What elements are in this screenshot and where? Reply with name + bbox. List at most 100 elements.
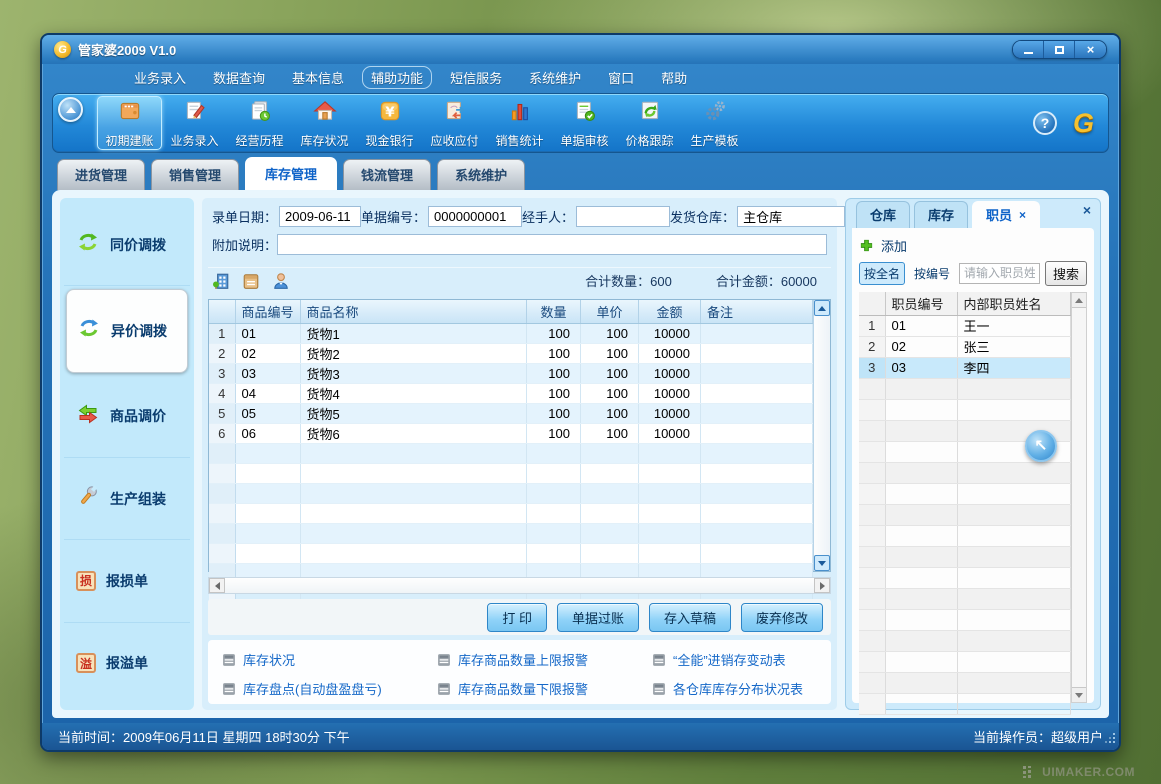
menu-item-data-query[interactable]: 数据查询 [213,68,265,87]
sidebar-item-same-price-transfer[interactable]: 同价调拨 [64,204,190,286]
picker-tab-inventory[interactable]: 库存 [914,201,968,228]
menu-item-system-maintenance[interactable]: 系统维护 [529,68,581,87]
staff-row-empty[interactable] [859,399,1071,420]
horizontal-scroll-track[interactable] [225,578,814,593]
table-row[interactable]: 202货物210010010000 [209,343,813,363]
staff-scroll-up-button[interactable] [1072,293,1086,308]
minimize-button[interactable] [1013,41,1044,58]
help-button[interactable]: ? [1033,111,1057,135]
close-button[interactable]: × [1075,41,1106,58]
toolbar-button-doc-audit[interactable]: 单据审核 [552,96,617,150]
toolbar-button-production-template[interactable]: 生产模板 [682,96,747,150]
sidebar-item-diff-price-transfer[interactable]: 异价调拨 [66,289,188,372]
staff-row-empty[interactable] [859,630,1071,651]
date-input[interactable] [279,206,361,227]
post-document-button[interactable]: 单据过账 [557,603,639,632]
staff-row-empty[interactable] [859,546,1071,567]
warehouse-input[interactable] [737,206,845,227]
discard-changes-button[interactable]: 废弃修改 [741,603,823,632]
toolbar-button-receivable-payable[interactable]: 应收应付 [422,96,487,150]
maximize-button[interactable] [1044,41,1075,58]
picker-tab-staff[interactable]: 职员 × [972,201,1040,228]
tab-cashflow-management[interactable]: 钱流管理 [343,159,431,190]
staff-row[interactable]: 202张三 [859,336,1071,357]
staff-row-empty[interactable] [859,504,1071,525]
toolbar-button-price-tracking[interactable]: 价格跟踪 [617,96,682,150]
toolbar-button-history[interactable]: 经营历程 [227,96,292,150]
toolbar-collapse-button[interactable] [58,97,83,122]
tab-sales-management[interactable]: 销售管理 [151,159,239,190]
table-row-empty[interactable] [209,483,813,503]
scroll-left-button[interactable] [209,578,225,593]
filter-by-fullname-button[interactable]: 按全名 [859,262,905,285]
staff-row-empty[interactable] [859,525,1071,546]
table-row-empty[interactable] [209,443,813,463]
staff-row-empty[interactable] [859,462,1071,483]
menu-item-window[interactable]: 窗口 [608,68,634,87]
table-row-empty[interactable] [209,503,813,523]
table-row-empty[interactable] [209,543,813,563]
staff-row-empty[interactable] [859,567,1071,588]
inventory-quick-button[interactable] [242,272,260,290]
toolbar-button-cash-bank[interactable]: ¥ 现金银行 [357,96,422,150]
menu-item-basic-info[interactable]: 基本信息 [292,68,344,87]
staff-row-empty[interactable] [859,672,1071,693]
panel-close-button[interactable]: × [1083,203,1091,217]
title-bar[interactable]: G 管家婆2009 V1.0 × [42,35,1119,64]
link-upper-limit-alert[interactable]: 库存商品数量上限报警 [437,650,652,669]
scroll-down-button[interactable] [814,555,830,571]
staff-row[interactable]: 101王一 [859,315,1071,336]
staff-row-selected[interactable]: 303李四 [859,357,1071,378]
search-button[interactable]: 搜索 [1045,261,1087,286]
toolbar-button-initial-setup[interactable]: 初期建账 [97,96,162,150]
print-button[interactable]: 打 印 [487,603,547,632]
staff-row-empty[interactable] [859,588,1071,609]
warehouse-quick-button[interactable] [212,272,230,290]
vertical-scrollbar[interactable] [813,300,830,571]
table-row[interactable]: 303货物310010010000 [209,363,813,383]
handler-input[interactable] [576,206,670,227]
horizontal-scrollbar[interactable] [208,577,831,594]
menu-item-help[interactable]: 帮助 [661,68,687,87]
sidebar-item-overflow-report[interactable]: 溢 报溢单 [64,623,190,704]
staff-row-empty[interactable] [859,609,1071,630]
link-warehouse-distribution[interactable]: 各仓库库存分布状况表 [652,679,817,698]
add-staff-button[interactable] [859,238,874,253]
tab-inventory-management[interactable]: 库存管理 [245,157,337,190]
save-draft-button[interactable]: 存入草稿 [649,603,731,632]
table-row-empty[interactable] [209,523,813,543]
tab-close-icon[interactable]: × [1019,209,1026,221]
staff-row-empty[interactable] [859,693,1071,714]
menu-item-business-entry[interactable]: 业务录入 [134,68,186,87]
tab-system-maintenance[interactable]: 系统维护 [437,159,525,190]
table-row[interactable]: 101货物110010010000 [209,323,813,343]
staff-row-empty[interactable] [859,378,1071,399]
table-row[interactable]: 505货物510010010000 [209,403,813,423]
staff-scrollbar[interactable] [1071,292,1087,703]
toolbar-button-business-entry[interactable]: 业务录入 [162,96,227,150]
doc-number-input[interactable] [428,206,522,227]
link-lower-limit-alert[interactable]: 库存商品数量下限报警 [437,679,652,698]
staff-scroll-down-button[interactable] [1072,687,1086,702]
filter-by-code-button[interactable]: 按编号 [910,263,954,284]
menu-item-aux-functions[interactable]: 辅助功能 [362,66,432,89]
staff-row-empty[interactable] [859,483,1071,504]
link-stocktake[interactable]: 库存盘点(自动盘盈盘亏) [222,679,437,698]
link-allround-change-report[interactable]: “全能”进销存变动表 [652,650,817,669]
toolbar-button-inventory-status[interactable]: 库存状况 [292,96,357,150]
table-row[interactable]: 404货物410010010000 [209,383,813,403]
link-inventory-status[interactable]: 库存状况 [222,650,437,669]
scroll-up-button[interactable] [814,300,830,316]
note-input[interactable] [277,234,827,255]
sidebar-item-loss-report[interactable]: 损 报损单 [64,540,190,622]
sidebar-item-price-adjust[interactable]: 商品调价 [64,376,190,458]
tab-purchase-management[interactable]: 进货管理 [57,159,145,190]
staff-quick-button[interactable] [272,272,290,290]
sidebar-item-production-assembly[interactable]: 生产组装 [64,458,190,540]
picker-tab-warehouse[interactable]: 仓库 [856,201,910,228]
table-row[interactable]: 606货物610010010000 [209,423,813,443]
menu-item-sms-service[interactable]: 短信服务 [450,68,502,87]
scroll-right-button[interactable] [814,578,830,593]
staff-search-input[interactable] [959,263,1040,284]
table-row-empty[interactable] [209,463,813,483]
